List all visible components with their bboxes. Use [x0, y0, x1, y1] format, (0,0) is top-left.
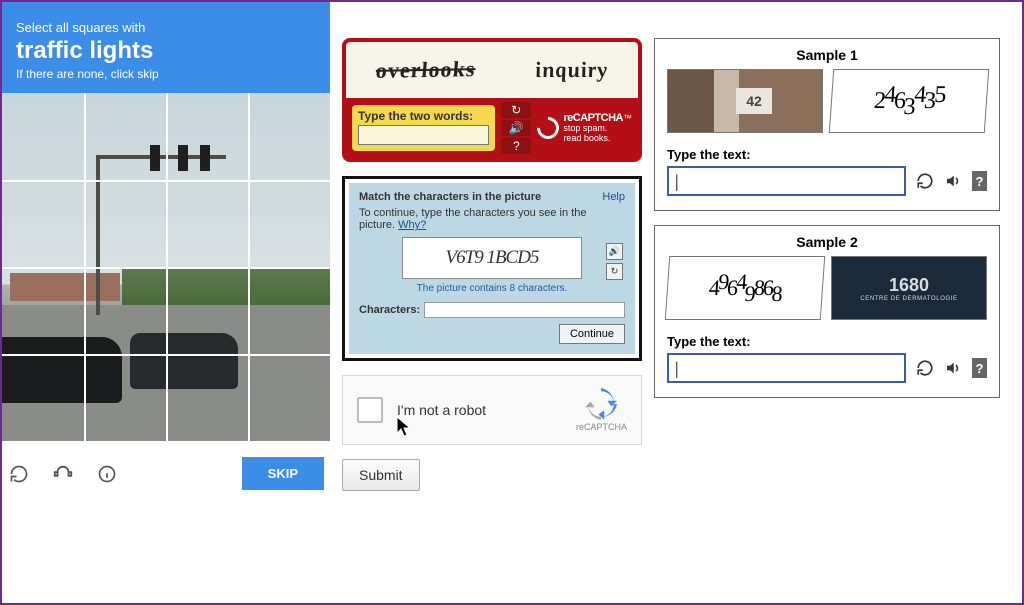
help-icon[interactable]: ?: [501, 138, 531, 154]
continue-button[interactable]: Continue: [559, 324, 625, 344]
recaptcha-v1-word2: inquiry: [533, 57, 610, 83]
sample-digits-image: 49649868: [665, 256, 825, 320]
grid-prompt-line1: Select all squares with: [16, 20, 316, 35]
match-chars-subtitle: To continue, type the characters you see…: [359, 207, 625, 231]
recaptcha-v2-label: I'm not a robot: [397, 402, 486, 418]
grid-captcha-header: Select all squares with traffic lights I…: [2, 2, 330, 93]
match-characters-captcha: Match the characters in the picture Help…: [342, 176, 642, 361]
sample-photo: 1680CENTRE DE DERMATOLOGIE: [831, 256, 987, 320]
help-icon[interactable]: ?: [972, 171, 987, 191]
recaptcha-v1-input[interactable]: [358, 125, 489, 145]
audio-icon[interactable]: [944, 358, 962, 378]
sample-2: Sample 2 49649868 1680CENTRE DE DERMATOL…: [654, 225, 1000, 398]
skip-button[interactable]: SKIP: [242, 457, 324, 490]
sample-input[interactable]: [667, 353, 906, 383]
help-icon[interactable]: ?: [972, 358, 987, 378]
recaptcha-logo-icon: [585, 388, 617, 420]
characters-input[interactable]: [424, 302, 625, 318]
recaptcha-v2: I'm not a robot reCAPTCHA: [342, 375, 642, 445]
sample-title: Sample 2: [667, 234, 987, 250]
recaptcha-v1-brand: reCAPTCHA™stop spam.read books.: [537, 112, 632, 144]
recaptcha-v1-image: overlooks inquiry: [346, 42, 638, 98]
characters-label: Characters:: [359, 304, 420, 316]
match-chars-note: The picture contains 8 characters.: [359, 283, 625, 294]
recaptcha-logo-icon: [533, 112, 564, 143]
recaptcha-v1-word1: overlooks: [375, 56, 477, 84]
sample-1: Sample 1 42 2463435 Type the text: ?: [654, 38, 1000, 211]
sample-title: Sample 1: [667, 47, 987, 63]
sample-photo: 42: [667, 69, 823, 133]
sample-prompt: Type the text:: [667, 334, 987, 349]
reload-icon[interactable]: [916, 358, 934, 378]
submit-button[interactable]: Submit: [342, 459, 420, 491]
match-chars-title: Match the characters in the picture: [359, 191, 625, 203]
info-icon[interactable]: [96, 463, 118, 485]
recaptcha-v1-prompt: Type the two words:: [358, 109, 489, 123]
cursor-icon: [396, 416, 414, 438]
recaptcha-checkbox[interactable]: [357, 397, 383, 423]
sample-digits-image: 2463435: [829, 69, 989, 133]
grid-prompt-target: traffic lights: [16, 37, 316, 65]
grid-captcha-footer: SKIP: [2, 441, 330, 500]
reload-icon[interactable]: ↻: [501, 102, 531, 118]
reload-icon[interactable]: [916, 171, 934, 191]
grid-captcha-image[interactable]: [2, 93, 330, 441]
audio-icon[interactable]: [52, 463, 74, 485]
match-chars-image: V6T9 1BCD5: [402, 237, 582, 279]
recaptcha-v1: overlooks inquiry Type the two words: ↻ …: [342, 38, 642, 162]
image-grid-captcha: Select all squares with traffic lights I…: [2, 2, 330, 500]
recaptcha-v2-brand: reCAPTCHA: [576, 388, 627, 432]
sample-input[interactable]: [667, 166, 906, 196]
reload-icon[interactable]: [8, 463, 30, 485]
help-link[interactable]: Help: [602, 191, 625, 203]
grid-prompt-line3: If there are none, click skip: [16, 67, 316, 81]
audio-icon[interactable]: 🔊: [501, 120, 531, 136]
audio-icon[interactable]: [944, 171, 962, 191]
reload-icon[interactable]: ↻: [606, 263, 623, 280]
why-link[interactable]: Why?: [398, 219, 426, 231]
audio-icon[interactable]: 🔊: [606, 243, 623, 260]
sample-prompt: Type the text:: [667, 147, 987, 162]
